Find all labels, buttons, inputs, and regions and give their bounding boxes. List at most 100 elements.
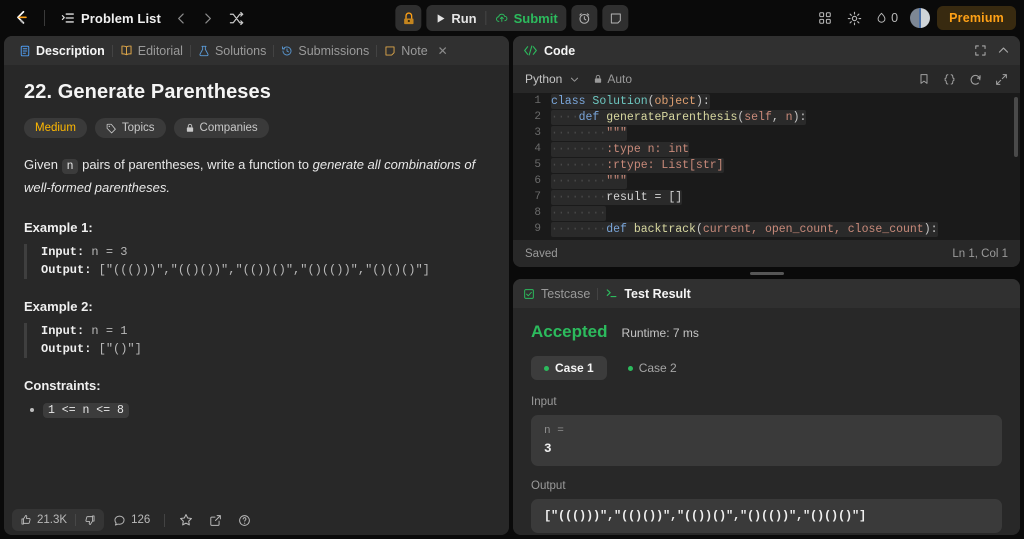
case-status-dot (628, 366, 633, 371)
tab-editorial-label: Editorial (138, 44, 183, 58)
companies-button[interactable]: Companies (174, 118, 269, 138)
code-line-row: 7········result = [] (513, 189, 1020, 205)
curly-braces-icon[interactable] (943, 73, 956, 86)
code-line-row: 4········:type n: int (513, 141, 1020, 157)
premium-button[interactable]: Premium (937, 6, 1016, 30)
case-selector: Case 1 Case 2 (531, 356, 1002, 380)
difficulty-badge[interactable]: Medium (24, 118, 87, 138)
line-number: 2 (513, 111, 551, 123)
streak-counter[interactable]: 0 (870, 11, 903, 25)
submit-button[interactable]: Submit (487, 5, 567, 31)
tab-note[interactable]: Note ✕ (377, 36, 457, 65)
code-brackets-icon (523, 44, 538, 57)
upvote-button[interactable]: 21.3K (12, 509, 75, 531)
result-tab-divider (597, 288, 598, 300)
editor-scrollbar[interactable] (1014, 97, 1018, 157)
line-number: 8 (513, 207, 551, 219)
upvote-count: 21.3K (37, 514, 67, 526)
run-label: Run (451, 11, 476, 26)
leetcode-app: Problem List (0, 0, 1024, 539)
comment-count: 126 (131, 514, 150, 526)
tab-test-result[interactable]: Test Result (605, 287, 690, 301)
share-external-icon (209, 514, 222, 527)
code-panel-header: Code (513, 36, 1020, 65)
code-line-text: ········def backtrack(current, open_coun… (551, 223, 938, 236)
input-variable-name: n = (544, 425, 989, 437)
run-button[interactable]: Run (426, 5, 485, 31)
code-line-row: 9········def backtrack(current, open_cou… (513, 221, 1020, 237)
problem-description-content: 22. Generate Parentheses Medium Topics (4, 65, 509, 505)
editor-toolbar-actions (918, 73, 1008, 86)
note-panel-icon[interactable] (603, 5, 629, 31)
undo-icon[interactable] (969, 73, 982, 86)
output-value: ["((()))","(()())","(())()","()(())","()… (544, 509, 989, 523)
expand-arrows-icon[interactable] (995, 73, 1008, 86)
case-status-dot (544, 366, 549, 371)
topics-label: Topics (122, 122, 155, 134)
auto-label: Auto (607, 72, 632, 86)
prev-problem-button[interactable] (171, 7, 193, 29)
result-tabbar: Testcase Test Result (513, 279, 1020, 308)
language-selector-label[interactable]: Python (525, 72, 562, 86)
tab-submissions-label: Submissions (298, 44, 369, 58)
nav-right-group: 0 Premium (812, 5, 1016, 31)
book-icon (120, 44, 133, 57)
panel-resize-handle[interactable] (513, 271, 1020, 275)
tab-testcase[interactable]: Testcase (523, 287, 590, 301)
problem-list-button[interactable]: Problem List (55, 8, 167, 29)
example-2-block: Input: n = 1 Output: ["()"] (24, 323, 489, 358)
tab-submissions[interactable]: Submissions (274, 36, 376, 65)
line-number: 5 (513, 159, 551, 171)
next-problem-button[interactable] (197, 7, 219, 29)
nav-center-group: Run Submit (395, 5, 628, 31)
close-icon[interactable]: ✕ (435, 44, 451, 58)
tab-solutions[interactable]: Solutions (191, 36, 273, 65)
code-editor-pane: Code Python (513, 36, 1020, 267)
editor-status-bar: Saved Ln 1, Col 1 (513, 240, 1020, 267)
tab-solutions-label: Solutions (215, 44, 266, 58)
input-label: Input (531, 396, 1002, 408)
question-circle-icon (238, 514, 251, 527)
case-tab-2[interactable]: Case 2 (615, 356, 690, 380)
tab-editorial[interactable]: Editorial (113, 36, 190, 65)
case-tab-1-label: Case 1 (555, 361, 594, 375)
history-clock-icon (281, 45, 293, 57)
save-status: Saved (525, 248, 558, 260)
apps-grid-icon[interactable] (812, 5, 838, 31)
thumbs-down-icon (84, 514, 96, 526)
code-editor[interactable]: 1class Solution(object):2····def generat… (513, 93, 1020, 240)
example-1: Example 1: Input: n = 3 Output: ["((()))… (24, 220, 489, 279)
code-line-row: 2····def generateParenthesis(self, n): (513, 109, 1020, 125)
flask-icon (198, 45, 210, 57)
shuffle-icon[interactable] (225, 7, 249, 29)
result-content: Accepted Runtime: 7 ms Case 1 Case 2 (513, 308, 1020, 535)
bookmark-icon[interactable] (918, 73, 930, 85)
help-button[interactable] (231, 509, 258, 531)
sticky-note-icon (384, 45, 396, 57)
auto-save-indicator[interactable]: Auto (593, 72, 632, 86)
cloud-upload-icon (496, 12, 509, 25)
topics-button[interactable]: Topics (95, 118, 166, 138)
input-box[interactable]: n = 3 (531, 415, 1002, 466)
comments-button[interactable]: 126 (106, 509, 157, 531)
comment-icon (113, 514, 126, 527)
case-tab-1[interactable]: Case 1 (531, 356, 607, 380)
nav-divider (44, 10, 45, 26)
example-2-heading: Example 2: (24, 299, 489, 314)
expand-icon[interactable] (974, 44, 987, 57)
nav-left-group: Problem List (8, 5, 249, 31)
avatar[interactable] (910, 8, 930, 28)
share-button[interactable] (202, 509, 229, 531)
line-number: 6 (513, 175, 551, 187)
favorite-button[interactable] (172, 509, 200, 531)
downvote-button[interactable] (76, 509, 104, 531)
chevron-down-icon[interactable] (569, 74, 580, 85)
example-2-input-value: n = 1 (84, 324, 127, 338)
daily-challenge-icon[interactable] (395, 5, 421, 31)
tab-note-label: Note (401, 44, 427, 58)
chevron-up-icon[interactable] (997, 44, 1010, 57)
gear-icon[interactable] (841, 5, 867, 31)
timer-icon[interactable] (572, 5, 598, 31)
leetcode-logo-icon[interactable] (8, 5, 34, 31)
tab-description[interactable]: Description (12, 36, 112, 65)
